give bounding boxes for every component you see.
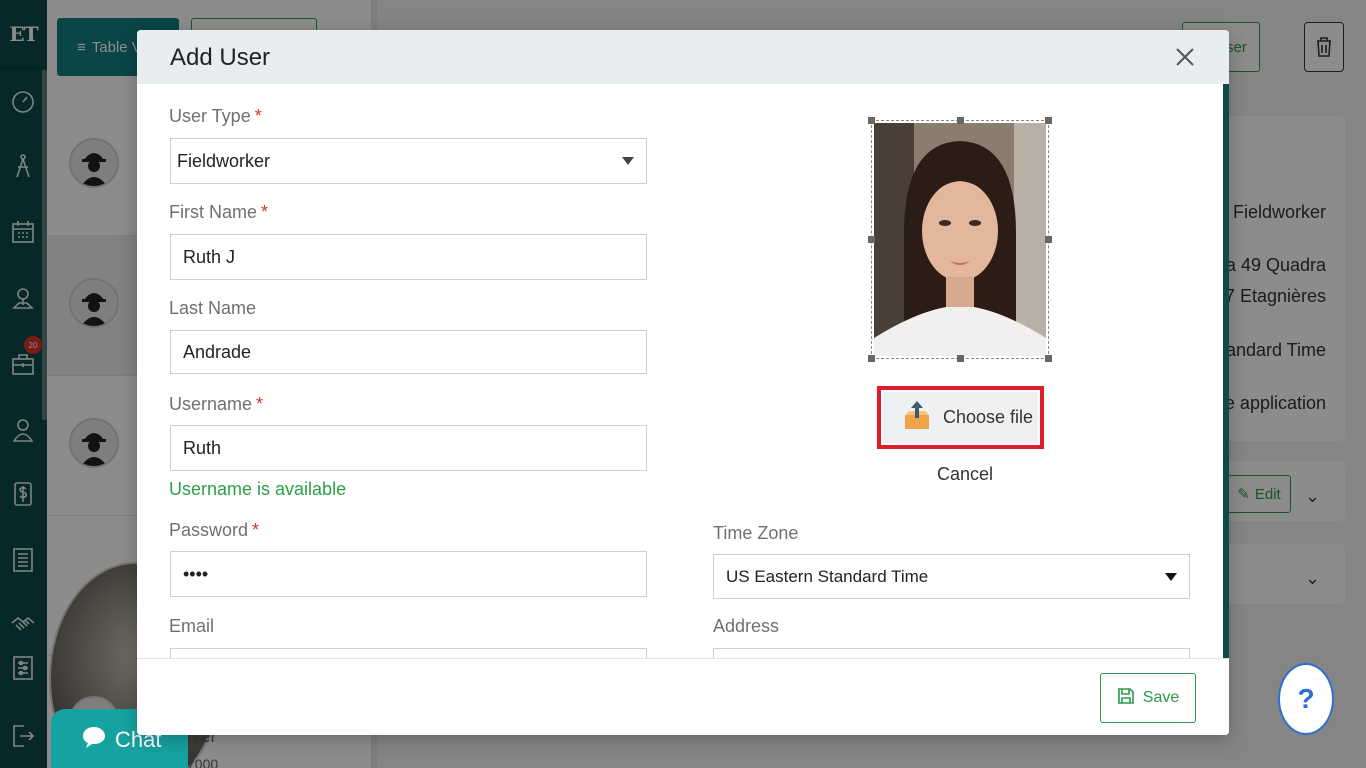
time-zone-value: US Eastern Standard Time [726,566,929,586]
crop-handle[interactable] [1045,236,1052,243]
crop-handle[interactable] [957,355,964,362]
password-label: Password * [169,520,260,540]
first-name-label: First Name * [169,202,269,222]
user-type-value: Fieldworker [177,150,271,171]
modal-header: Add User [137,30,1229,84]
cancel-photo-link[interactable]: Cancel [937,464,993,485]
time-zone-select[interactable]: US Eastern Standard Time [713,554,1190,599]
dropdown-caret-icon [1165,573,1177,581]
password-input[interactable]: •••• [170,551,647,597]
chat-bubble-icon [81,724,107,756]
last-name-input[interactable]: Andrade [170,330,647,374]
save-button[interactable]: Save [1100,673,1196,723]
choose-file-label: Choose file [943,407,1034,427]
crop-handle[interactable] [1045,355,1052,362]
username-available-message: Username is available [169,479,347,499]
add-user-modal: Add User User Type * Fieldworker First Na… [137,30,1229,735]
close-icon[interactable] [1171,43,1199,71]
address-input[interactable] [713,648,1190,658]
username-label: Username * [169,394,264,414]
crop-handle[interactable] [868,355,875,362]
crop-handle[interactable] [1045,117,1052,124]
modal-footer: Save [137,658,1229,735]
choose-file-highlight: Choose file [877,386,1044,449]
user-type-select[interactable]: Fieldworker [170,138,647,184]
crop-handle[interactable] [868,117,875,124]
modal-scrollbar[interactable] [1223,84,1229,658]
upload-box-icon [903,399,931,436]
time-zone-label: Time Zone [713,523,799,543]
address-label: Address [713,616,780,636]
modal-body: User Type * Fieldworker First Name * Ruth … [137,84,1229,658]
save-label: Save [1142,689,1180,706]
email-input[interactable] [170,648,647,658]
crop-handle[interactable] [957,117,964,124]
profile-photo [874,123,1046,356]
photo-crop-frame[interactable] [868,117,1052,362]
floppy-disk-icon [1117,687,1135,710]
dropdown-caret-icon [622,157,634,165]
username-input[interactable]: Ruth [170,425,647,471]
email-label: Email [169,616,215,636]
user-type-label: User Type * [169,106,262,126]
first-name-input[interactable]: Ruth J [170,234,647,280]
help-button[interactable]: ? [1278,663,1334,735]
choose-file-button[interactable]: Choose file [883,392,1038,443]
modal-title: Add User [170,44,271,71]
crop-handle[interactable] [868,236,875,243]
last-name-label: Last Name [169,298,257,318]
